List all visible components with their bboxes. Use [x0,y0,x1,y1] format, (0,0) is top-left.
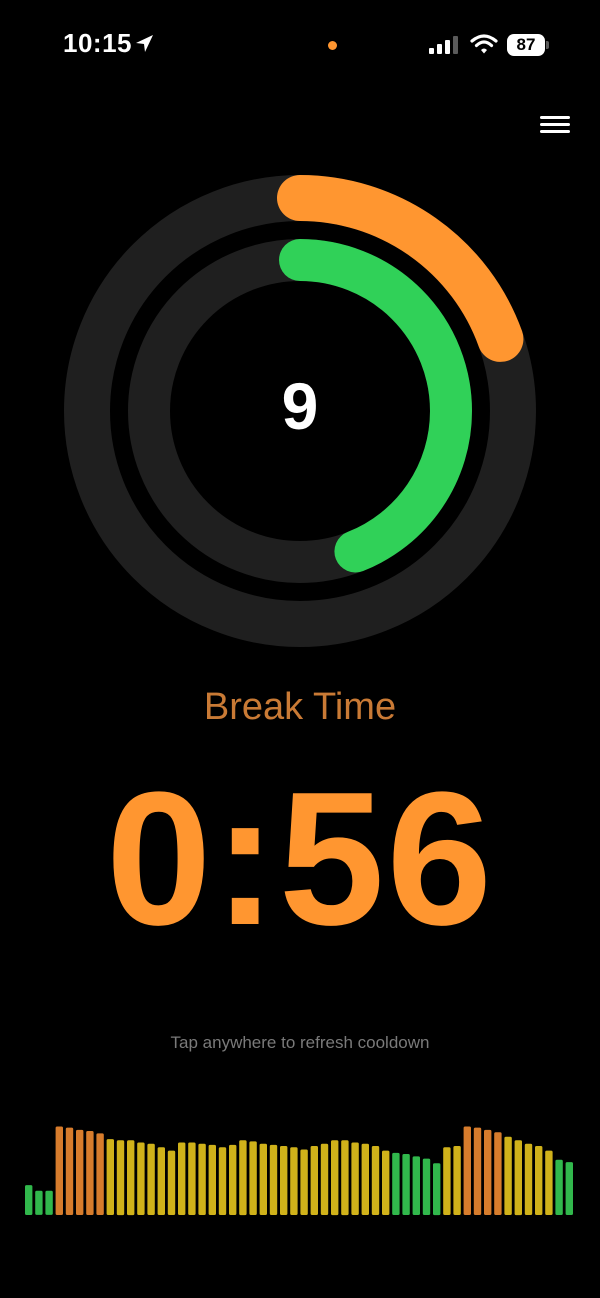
level-bar [331,1140,339,1216]
level-bar [545,1150,553,1215]
level-bar [35,1190,43,1215]
refresh-hint: Tap anywhere to refresh cooldown [170,1033,430,1052]
level-bar [371,1146,380,1215]
level-bar [341,1140,349,1216]
level-bar [208,1144,216,1215]
level-bar [504,1136,512,1215]
level-bar [361,1143,369,1215]
level-bar [514,1140,522,1216]
level-bar [269,1144,278,1215]
level-bar [259,1143,267,1215]
level-bar [422,1158,431,1215]
level-bar [412,1156,420,1215]
level-bar [86,1131,94,1215]
level-bar [25,1185,33,1215]
progress-rings [64,175,536,647]
level-bar [463,1126,471,1215]
level-bar [494,1132,502,1215]
level-bar [137,1142,145,1215]
level-bar [433,1163,441,1216]
level-bar [106,1139,114,1215]
level-bar [351,1142,359,1215]
level-bar [65,1127,74,1215]
level-bar [382,1150,390,1215]
level-bar [188,1142,196,1215]
level-bar [402,1154,410,1215]
countdown-timer[interactable]: 0:56 [0,759,600,960]
level-bar [320,1143,329,1215]
level-bar [524,1143,533,1215]
level-bar [300,1149,308,1215]
level-bar [45,1190,53,1215]
level-bar [484,1129,492,1215]
level-bar [392,1152,400,1215]
level-bar [198,1143,206,1215]
level-bar [116,1140,125,1216]
level-bar [127,1140,135,1216]
level-bar [453,1146,461,1215]
mode-label: Break Time [203,686,397,728]
audio-level-meter [25,1126,573,1216]
level-bar [535,1146,543,1215]
level-bar [218,1147,227,1215]
level-bar [229,1144,237,1215]
level-bar [310,1146,318,1215]
level-bar [157,1147,165,1215]
level-bar [555,1159,563,1215]
level-bar [249,1141,257,1215]
level-bar [178,1142,186,1215]
ring-count: 9 [281,369,319,443]
level-bar [76,1129,84,1215]
level-bar [55,1126,63,1215]
level-bar [290,1147,298,1215]
level-bar [565,1162,573,1215]
level-bar [239,1140,247,1216]
level-bar [280,1146,288,1215]
level-bar [96,1133,104,1215]
level-bar [473,1127,482,1215]
level-bar [147,1143,155,1215]
level-bar [167,1150,176,1215]
level-bar [443,1147,451,1215]
